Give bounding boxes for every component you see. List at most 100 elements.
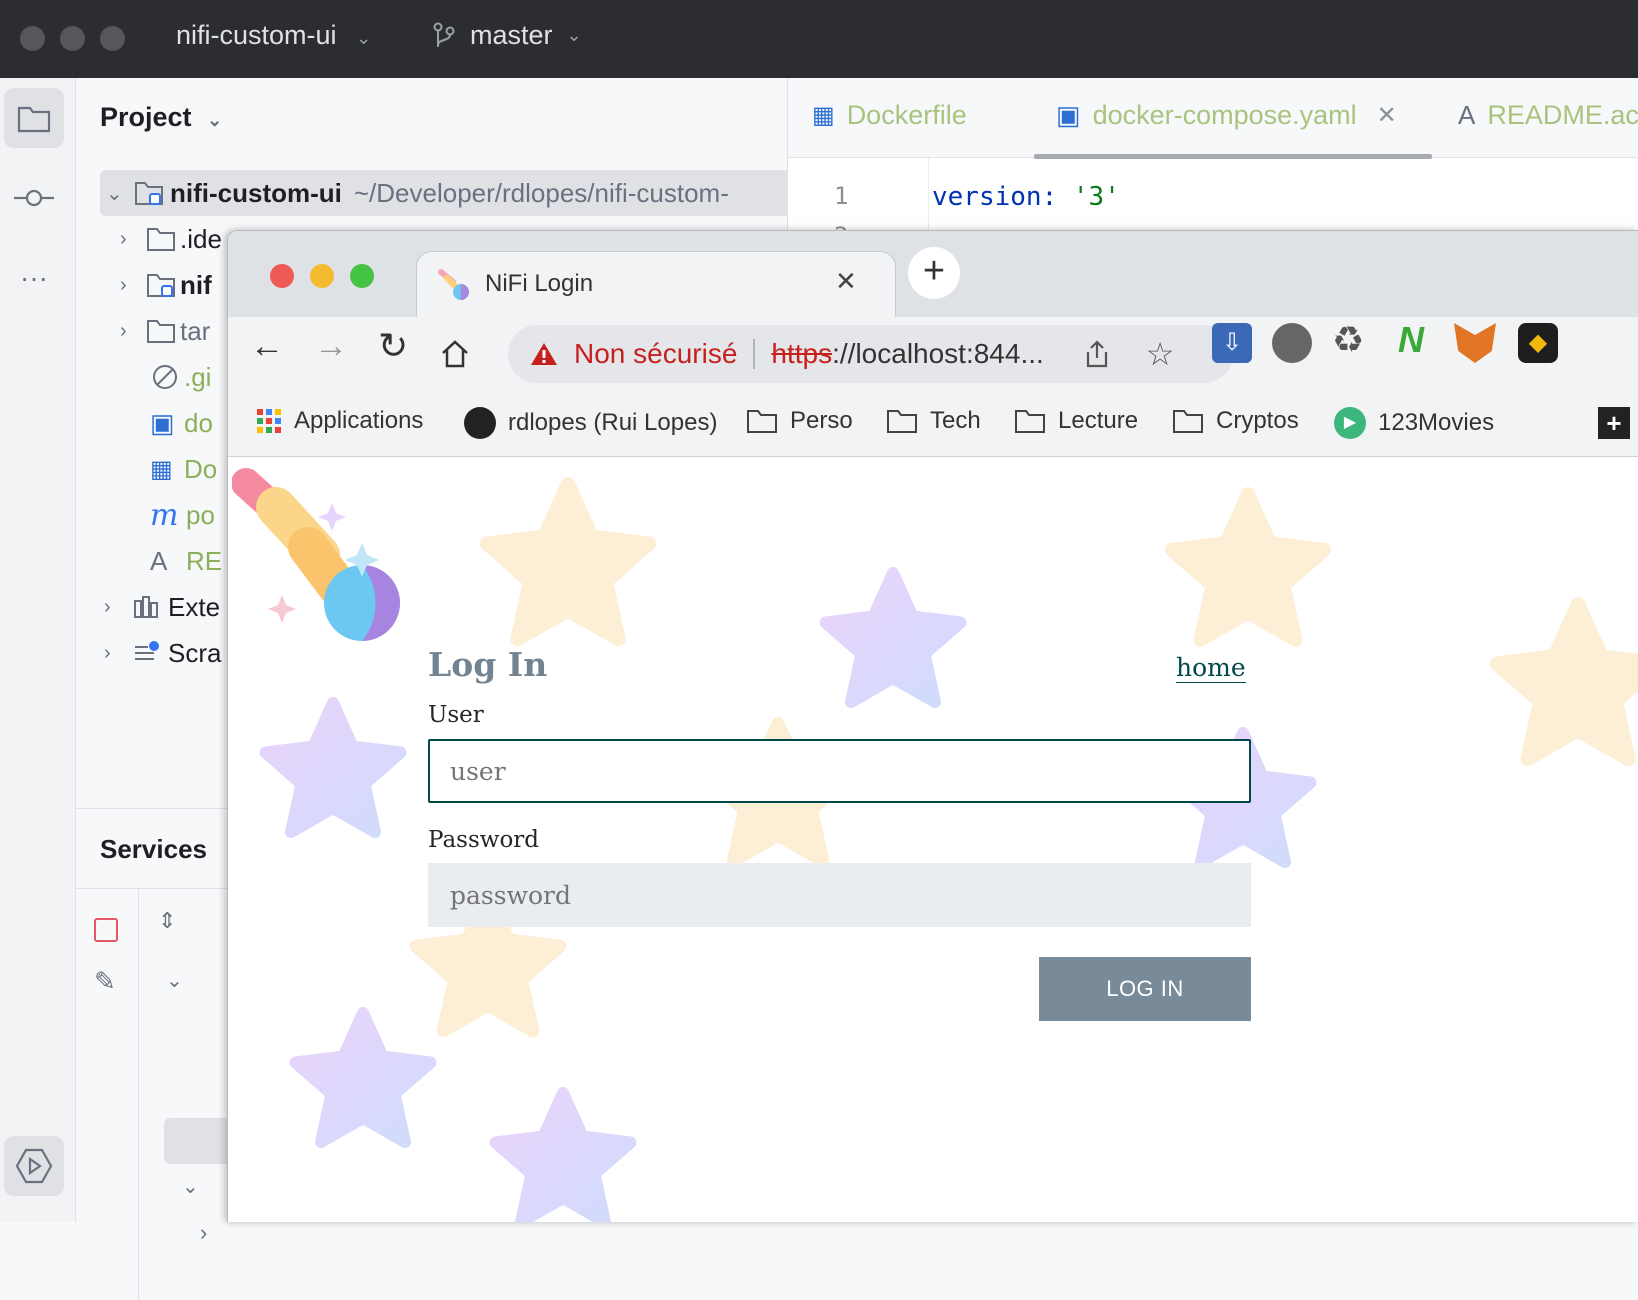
github-icon bbox=[464, 407, 496, 439]
bookmark-folder-lecture[interactable]: Lecture bbox=[1014, 407, 1138, 435]
bookmark-applications[interactable]: Applications bbox=[256, 407, 423, 435]
tree-label: .ide bbox=[180, 223, 222, 254]
background-star-icon bbox=[289, 1007, 437, 1148]
window-close-dot[interactable] bbox=[20, 26, 45, 51]
tree-row-idea[interactable]: › .ide bbox=[120, 216, 222, 262]
tab-docker-compose[interactable]: ▣ docker-compose.yaml ✕ bbox=[1056, 100, 1397, 131]
download-extension-icon[interactable]: ⇩ bbox=[1212, 323, 1252, 363]
browser-minimize-dot[interactable] bbox=[310, 264, 334, 288]
tree-row-dockerfile[interactable]: ▦ Do bbox=[150, 446, 217, 492]
tree-row-root[interactable]: ⌄ nifi-custom-ui ~/Developer/rdlopes/nif… bbox=[100, 170, 800, 216]
tree-label: Do bbox=[184, 453, 218, 484]
tab-label: Dockerfile bbox=[846, 100, 967, 130]
project-panel-header[interactable]: Project ⌄ bbox=[100, 102, 222, 133]
bookmark-github[interactable]: rdlopes (Rui Lopes) bbox=[464, 407, 717, 439]
close-tab-icon[interactable]: ✕ bbox=[835, 266, 857, 297]
tree-row-module[interactable]: › nif bbox=[120, 262, 212, 308]
module-folder-icon bbox=[135, 182, 163, 205]
password-label: Password bbox=[428, 827, 540, 853]
tree-label: nif bbox=[180, 269, 212, 300]
address-bar[interactable]: Non sécurisé https://localhost:844... ☆ bbox=[508, 325, 1233, 383]
warning-icon bbox=[531, 343, 557, 365]
bookmark-folder-perso[interactable]: Perso bbox=[746, 407, 853, 435]
tree-row-pom[interactable]: m po bbox=[150, 492, 215, 538]
tree-row-external-libraries[interactable]: › Exte bbox=[104, 584, 220, 630]
stop-icon[interactable] bbox=[94, 918, 118, 942]
address-divider bbox=[753, 339, 756, 369]
bookmark-folder-cryptos[interactable]: Cryptos bbox=[1172, 407, 1299, 435]
extension-circle-icon[interactable] bbox=[1272, 323, 1312, 363]
expand-collapse-icon[interactable]: ⇕ bbox=[158, 908, 176, 934]
services-tool-button[interactable] bbox=[4, 1136, 64, 1196]
new-tab-button[interactable]: + bbox=[908, 247, 960, 299]
tree-label: tar bbox=[180, 315, 211, 346]
branch-switcher[interactable]: master ⌄ bbox=[432, 20, 582, 51]
line-number: 1 bbox=[834, 182, 849, 210]
close-tab-icon[interactable]: ✕ bbox=[1377, 101, 1397, 130]
user-label: User bbox=[428, 702, 484, 728]
background-star-icon bbox=[1164, 487, 1332, 647]
security-label[interactable]: Non sécurisé bbox=[574, 338, 737, 370]
bookmark-label: Lecture bbox=[1058, 407, 1139, 434]
branch-name: master bbox=[470, 20, 553, 50]
window-zoom-dot[interactable] bbox=[100, 26, 125, 51]
folder-icon bbox=[1015, 410, 1045, 433]
tree-row-gitignore[interactable]: .gi bbox=[150, 354, 211, 400]
password-input[interactable] bbox=[428, 863, 1251, 927]
code-line[interactable]: version: '3' bbox=[932, 182, 1120, 212]
bookmark-123movies[interactable]: ▶ 123Movies bbox=[1334, 407, 1494, 439]
browser-tab[interactable]: NiFi Login ✕ bbox=[416, 251, 896, 319]
more-bookmarks-icon[interactable]: + bbox=[1598, 407, 1630, 439]
bookmark-star-icon[interactable]: ☆ bbox=[1146, 335, 1175, 373]
user-input[interactable] bbox=[428, 739, 1251, 803]
services-icon bbox=[15, 1148, 53, 1184]
bookmark-label: Perso bbox=[790, 407, 853, 434]
folder-icon bbox=[17, 106, 51, 133]
dockerfile-icon: ▦ bbox=[812, 102, 835, 129]
chevron-down-icon: ⌄ bbox=[106, 182, 123, 205]
chevron-right-icon[interactable]: › bbox=[200, 1220, 207, 1246]
project-tool-button[interactable] bbox=[4, 88, 64, 148]
tree-row-target[interactable]: › tar bbox=[120, 308, 210, 354]
tree-row-docker-compose[interactable]: ▣ do bbox=[150, 400, 213, 446]
edit-icon[interactable]: ✎ bbox=[94, 966, 116, 997]
forward-icon[interactable]: → bbox=[314, 327, 348, 366]
bookmark-label: Cryptos bbox=[1216, 407, 1299, 434]
home-icon[interactable] bbox=[440, 339, 470, 369]
n-extension-icon[interactable]: N bbox=[1398, 319, 1424, 361]
browser-close-dot[interactable] bbox=[270, 264, 294, 288]
log-in-button[interactable]: LOG IN bbox=[1039, 957, 1251, 1021]
share-icon[interactable] bbox=[1084, 339, 1110, 369]
yaml-value: '3' bbox=[1072, 182, 1120, 212]
home-link[interactable]: home bbox=[1176, 653, 1246, 683]
chevron-right-icon: › bbox=[104, 595, 111, 618]
yaml-key: version: bbox=[932, 182, 1058, 212]
folder-icon bbox=[887, 410, 917, 433]
nifi-logo-icon bbox=[232, 468, 400, 641]
browser-zoom-dot[interactable] bbox=[350, 264, 374, 288]
folder-icon bbox=[147, 228, 175, 251]
reload-icon[interactable]: ↻ bbox=[378, 325, 408, 367]
window-minimize-dot[interactable] bbox=[60, 26, 85, 51]
ignore-file-icon bbox=[153, 365, 177, 389]
recycle-extension-icon[interactable]: ♻ bbox=[1332, 319, 1364, 361]
commit-tool-button[interactable] bbox=[4, 168, 64, 228]
back-icon[interactable]: ← bbox=[250, 327, 284, 366]
bookmark-folder-tech[interactable]: Tech bbox=[886, 407, 981, 435]
chevron-down-icon[interactable]: ⌄ bbox=[182, 1174, 199, 1199]
project-switcher[interactable]: nifi-custom-ui ⌄ bbox=[176, 20, 371, 51]
services-title: Services bbox=[100, 834, 207, 864]
apps-grid-icon bbox=[257, 409, 281, 433]
browser-tab-strip: NiFi Login ✕ + bbox=[228, 231, 1638, 319]
chevron-down-icon[interactable]: ⌄ bbox=[166, 968, 183, 993]
tree-row-readme[interactable]: A RE bbox=[150, 538, 222, 584]
tab-label: docker-compose.yaml bbox=[1092, 100, 1357, 130]
tree-path: ~/Developer/rdlopes/nifi-custom- bbox=[353, 177, 729, 208]
tab-readme[interactable]: A README.ac bbox=[1458, 100, 1638, 131]
library-icon bbox=[134, 596, 158, 618]
binance-extension-icon[interactable]: ◆ bbox=[1518, 323, 1558, 363]
tree-row-scratches[interactable]: › Scra bbox=[104, 630, 221, 676]
tab-dockerfile[interactable]: ▦ Dockerfile bbox=[812, 100, 967, 131]
more-tools-icon[interactable]: ··· bbox=[4, 248, 64, 308]
tree-label: Exte bbox=[168, 591, 221, 622]
